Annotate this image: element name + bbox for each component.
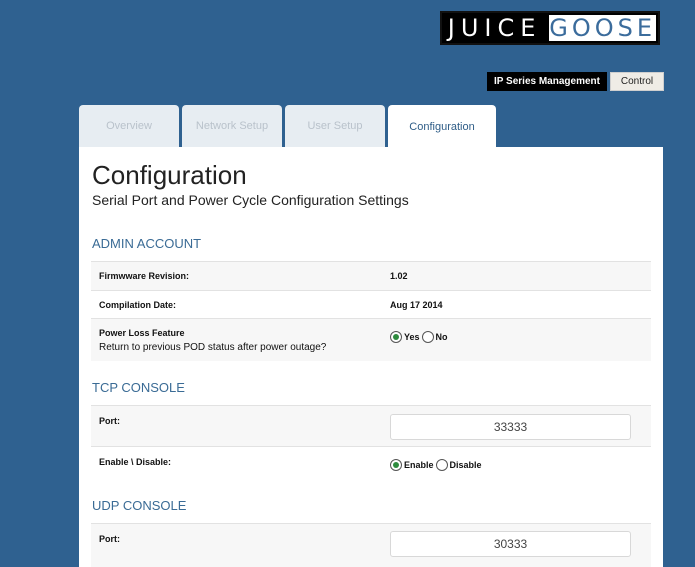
power-loss-label: Power Loss Feature bbox=[99, 328, 185, 338]
admin-account-heading: ADMIN ACCOUNT bbox=[92, 236, 202, 251]
tcp-disable-radio[interactable] bbox=[435, 459, 448, 471]
power-loss-yes-label: Yes bbox=[404, 332, 420, 342]
power-loss-no-label: No bbox=[435, 332, 448, 342]
control-button[interactable]: Control bbox=[610, 72, 664, 91]
ip-series-management-button[interactable]: IP Series Management bbox=[487, 72, 607, 91]
logo-left-text: JUICE bbox=[442, 13, 548, 43]
page-subtitle: Serial Port and Power Cycle Configuratio… bbox=[92, 192, 409, 208]
firmware-value: 1.02 bbox=[390, 271, 408, 281]
udp-port-label: Port: bbox=[99, 534, 120, 544]
udp-port-row: Port: bbox=[91, 523, 651, 567]
tab-user-setup[interactable]: User Setup bbox=[285, 105, 385, 147]
udp-port-input[interactable] bbox=[390, 531, 631, 557]
top-navigation: IP Series Management Control bbox=[487, 72, 664, 91]
power-loss-radio-group: Yes No bbox=[390, 331, 450, 343]
compilation-date-row: Compilation Date: Aug 17 2014 bbox=[91, 290, 651, 318]
tcp-enable-radio-group: Enable Disable bbox=[390, 459, 484, 471]
power-loss-row: Power Loss Feature Return to previous PO… bbox=[91, 318, 651, 361]
tcp-enable-row: Enable \ Disable: Enable Disable bbox=[91, 446, 651, 486]
power-loss-yes-radio[interactable] bbox=[390, 331, 402, 343]
tcp-disable-radio-label: Disable bbox=[449, 460, 482, 470]
tab-bar: Overview Network Setup User Setup Config… bbox=[79, 105, 496, 148]
juice-goose-logo: JUICE GOOSE bbox=[440, 11, 660, 45]
tcp-enable-radio[interactable] bbox=[390, 459, 402, 471]
tcp-port-label: Port: bbox=[99, 416, 120, 426]
page-title: Configuration bbox=[92, 160, 247, 190]
compilation-date-value: Aug 17 2014 bbox=[390, 300, 443, 310]
tab-network-setup[interactable]: Network Setup bbox=[182, 105, 282, 147]
logo-right-text: GOOSE bbox=[547, 13, 658, 43]
tcp-port-input[interactable] bbox=[390, 414, 631, 440]
firmware-label: Firmwware Revision: bbox=[99, 271, 190, 281]
tcp-console-heading: TCP CONSOLE bbox=[92, 380, 185, 395]
tcp-port-row: Port: bbox=[91, 405, 651, 446]
power-loss-description: Return to previous POD status after powe… bbox=[99, 342, 327, 353]
tab-overview[interactable]: Overview bbox=[79, 105, 179, 147]
compilation-date-label: Compilation Date: bbox=[99, 300, 177, 310]
configuration-panel: Configuration Serial Port and Power Cycl… bbox=[79, 147, 663, 567]
tab-configuration[interactable]: Configuration bbox=[388, 105, 496, 148]
firmware-row: Firmwware Revision: 1.02 bbox=[91, 261, 651, 290]
udp-console-heading: UDP CONSOLE bbox=[92, 498, 187, 513]
tcp-enable-label: Enable \ Disable: bbox=[99, 457, 172, 467]
tcp-enable-radio-label: Enable bbox=[404, 460, 434, 470]
power-loss-no-radio[interactable] bbox=[421, 331, 434, 343]
